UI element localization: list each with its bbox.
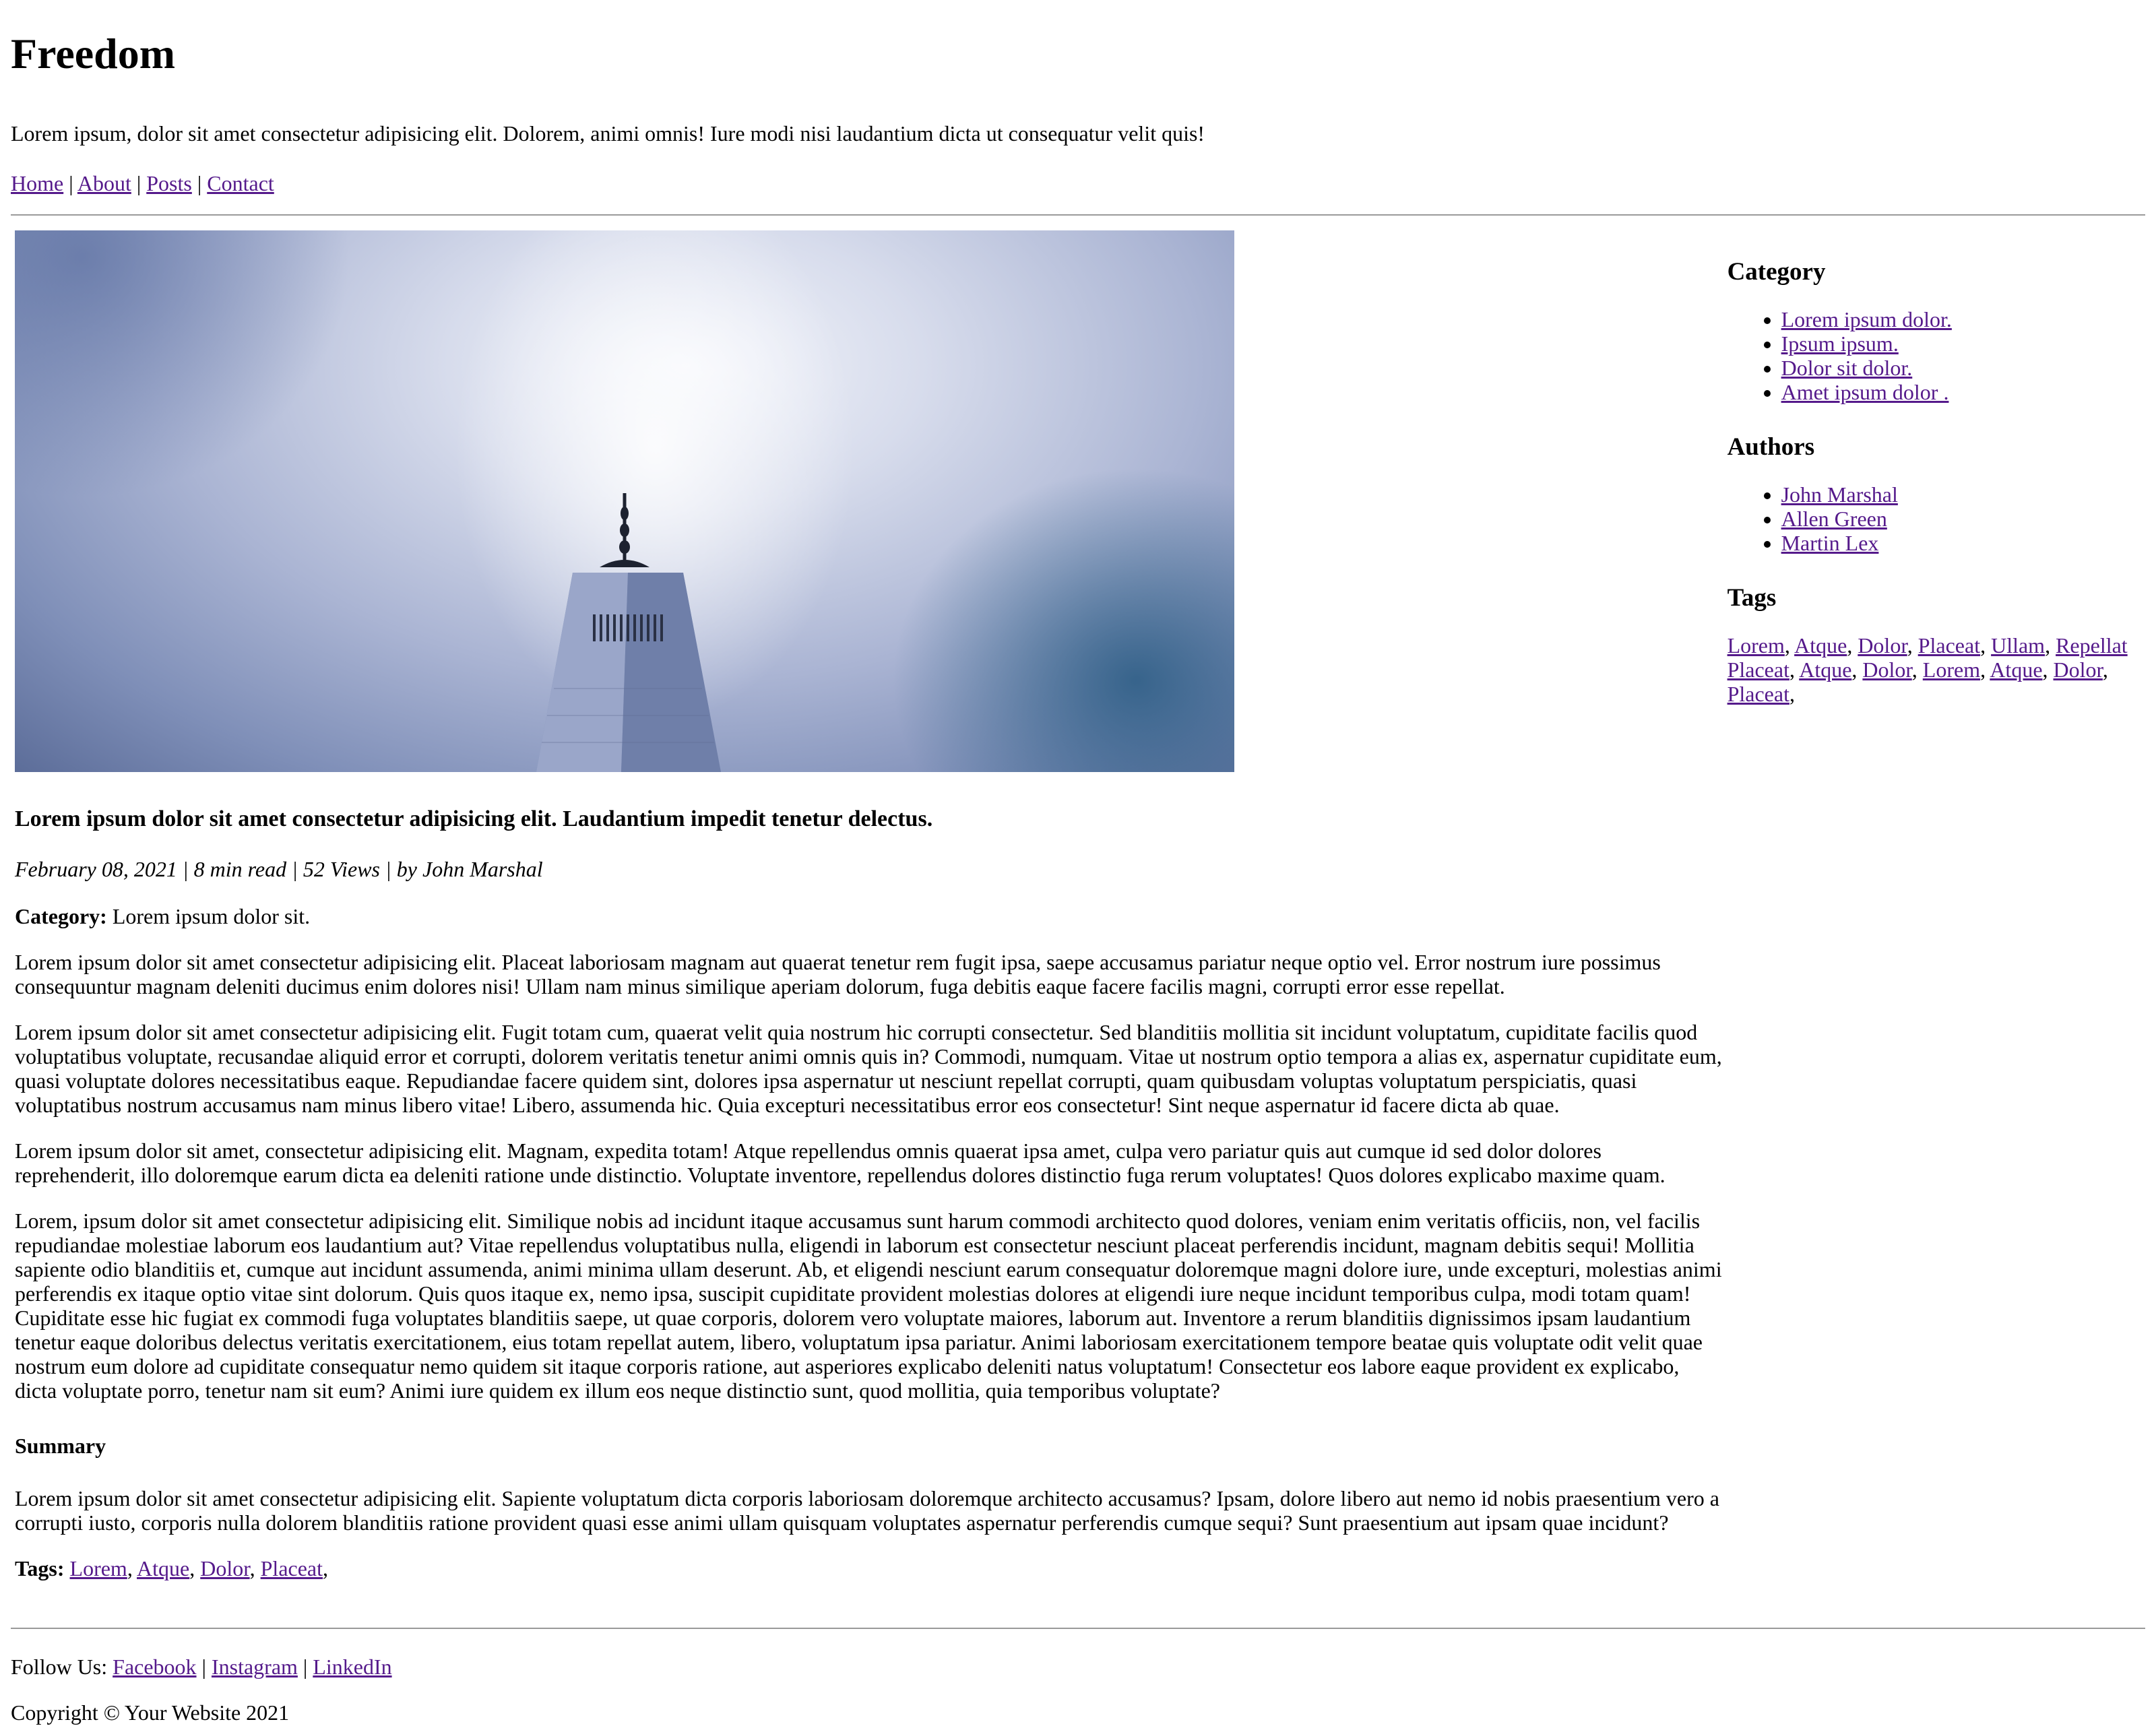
- site-title: Freedom: [11, 30, 176, 77]
- summary-heading: Summary: [15, 1434, 106, 1458]
- sidebar-tag-link[interactable]: Atque: [1794, 633, 1847, 658]
- nav-link-contact[interactable]: Contact: [207, 171, 274, 195]
- footer-separator: |: [201, 1655, 206, 1679]
- skyscraper-graphic: [536, 493, 721, 772]
- nav-separator: |: [69, 171, 73, 195]
- sidebar-tag-link[interactable]: Dolor: [2054, 658, 2103, 682]
- sidebar: Category Lorem ipsum dolor. Ipsum ipsum.…: [1726, 230, 2145, 1582]
- list-item: Allen Green: [1781, 507, 2145, 531]
- content-layout: Lorem ipsum dolor sit amet consectetur a…: [11, 230, 2145, 1582]
- nav-separator: |: [197, 171, 202, 195]
- main-nav: Home | About | Posts | Contact: [11, 170, 2145, 197]
- sidebar-tag-link[interactable]: Dolor: [1862, 658, 1911, 682]
- footer-copyright: Copyright © Your Website 2021: [11, 1700, 290, 1725]
- nav-link-about[interactable]: About: [77, 171, 131, 195]
- sidebar-category-link[interactable]: Lorem ipsum dolor.: [1781, 307, 1952, 331]
- post-tag-link[interactable]: Atque: [137, 1556, 189, 1580]
- sidebar-tags-heading: Tags: [1727, 584, 1777, 612]
- summary-text: Lorem ipsum dolor sit amet consectetur a…: [15, 1486, 1719, 1535]
- post-paragraph-3: Lorem ipsum dolor sit amet, consectetur …: [15, 1139, 1666, 1187]
- sidebar-authors-list: John Marshal Allen Green Martin Lex: [1727, 482, 2145, 555]
- sidebar-tag-link[interactable]: Placeat: [1918, 633, 1980, 658]
- sidebar-tag-link[interactable]: Placeat: [1727, 682, 1789, 706]
- hero-image: [15, 230, 1234, 772]
- post-tag-link[interactable]: Placeat: [261, 1556, 323, 1580]
- sidebar-author-link[interactable]: Allen Green: [1781, 507, 1887, 531]
- sidebar-tag-link[interactable]: Atque: [1799, 658, 1851, 682]
- post-meta: February 08, 2021 | 8 min read | 52 View…: [15, 857, 543, 881]
- sidebar-category-list: Lorem ipsum dolor. Ipsum ipsum. Dolor si…: [1727, 307, 2145, 404]
- sidebar-author-link[interactable]: Martin Lex: [1781, 531, 1879, 555]
- sidebar-category-link[interactable]: Dolor sit dolor.: [1781, 356, 1913, 380]
- footer-follow-label: Follow Us:: [11, 1655, 108, 1679]
- sidebar-tag-link[interactable]: Lorem: [1727, 633, 1785, 658]
- nav-separator: |: [136, 171, 141, 195]
- sidebar-tag-link[interactable]: Repellat: [2056, 633, 2128, 658]
- list-item: Dolor sit dolor.: [1781, 356, 2145, 380]
- footer-follow: Follow Us: Facebook | Instagram | Linked…: [11, 1653, 2145, 1680]
- linkedin-link[interactable]: LinkedIn: [313, 1655, 391, 1679]
- sidebar-category-link[interactable]: Amet ipsum dolor .: [1781, 380, 1949, 404]
- sidebar-tag-link[interactable]: Dolor: [1858, 633, 1907, 658]
- post-paragraph-1: Lorem ipsum dolor sit amet consectetur a…: [15, 950, 1661, 998]
- sidebar-category-heading: Category: [1727, 258, 1826, 286]
- post-category: Category: Lorem ipsum dolor sit.: [15, 903, 1726, 930]
- post-article: Lorem ipsum dolor sit amet consectetur a…: [11, 230, 1726, 1582]
- list-item: Ipsum ipsum.: [1781, 331, 2145, 356]
- post-category-value: Lorem ipsum dolor sit.: [112, 904, 311, 928]
- post-category-label: Category:: [15, 904, 107, 928]
- facebook-link[interactable]: Facebook: [113, 1655, 196, 1679]
- post-tags: Tags: Lorem, Atque, Dolor, Placeat,: [15, 1556, 329, 1580]
- sidebar-tag-link[interactable]: Lorem: [1923, 658, 1980, 682]
- post-paragraph-4: Lorem, ipsum dolor sit amet consectetur …: [15, 1209, 1722, 1403]
- list-item: John Marshal: [1781, 482, 2145, 507]
- instagram-link[interactable]: Instagram: [212, 1655, 298, 1679]
- sidebar-category-link[interactable]: Ipsum ipsum.: [1781, 331, 1899, 356]
- list-item: Amet ipsum dolor .: [1781, 380, 2145, 404]
- post-title: Lorem ipsum dolor sit amet consectetur a…: [15, 806, 933, 831]
- sidebar-authors-heading: Authors: [1727, 433, 1815, 461]
- sidebar-author-link[interactable]: John Marshal: [1781, 482, 1898, 507]
- page: Freedom Lorem ipsum, dolor sit amet cons…: [0, 0, 2156, 1726]
- sidebar-tag-link[interactable]: Atque: [1990, 658, 2042, 682]
- footer-divider: [11, 1628, 2145, 1629]
- sidebar-tag-link[interactable]: Ullam: [1991, 633, 2045, 658]
- site-tagline: Lorem ipsum, dolor sit amet consectetur …: [11, 121, 1205, 146]
- post-tag-link[interactable]: Dolor: [200, 1556, 249, 1580]
- list-item: Lorem ipsum dolor.: [1781, 307, 2145, 331]
- nav-link-home[interactable]: Home: [11, 171, 63, 195]
- sidebar-tags: Lorem, Atque, Dolor, Placeat, Ullam, Rep…: [1727, 633, 2128, 706]
- post-tags-label: Tags:: [15, 1556, 65, 1580]
- header-divider: [11, 214, 2145, 216]
- post-paragraph-2: Lorem ipsum dolor sit amet consectetur a…: [15, 1020, 1722, 1117]
- sidebar-tag-link[interactable]: Placeat: [1727, 658, 1789, 682]
- nav-link-posts[interactable]: Posts: [146, 171, 192, 195]
- footer-separator: |: [303, 1655, 308, 1679]
- list-item: Martin Lex: [1781, 531, 2145, 555]
- post-tag-link[interactable]: Lorem: [70, 1556, 127, 1580]
